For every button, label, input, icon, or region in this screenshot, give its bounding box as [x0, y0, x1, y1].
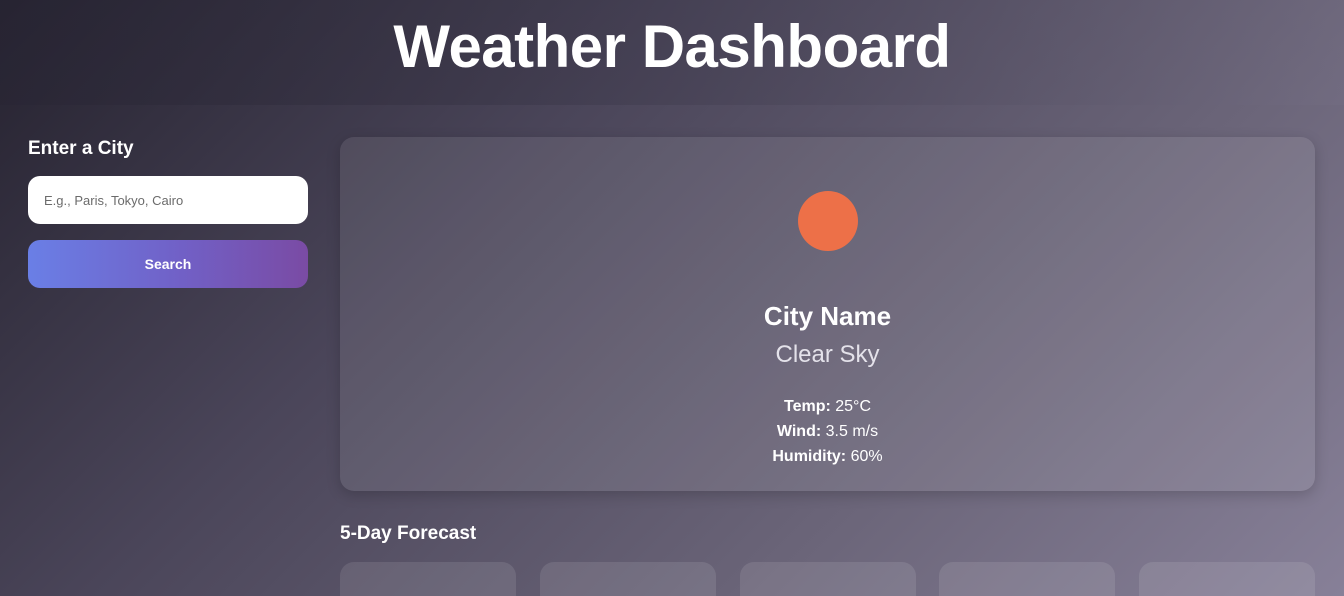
- search-button[interactable]: Search: [28, 240, 308, 288]
- page-header: Weather Dashboard: [0, 0, 1344, 105]
- sun-icon: [798, 191, 858, 251]
- temp-row: Temp: 25°C: [340, 394, 1315, 419]
- humidity-label: Humidity:: [772, 448, 847, 465]
- current-weather-card: City Name Clear Sky Temp: 25°C Wind: 3.5…: [340, 137, 1315, 491]
- temp-value: 25°C: [835, 398, 871, 415]
- forecast-list: [340, 562, 1315, 596]
- weather-condition: Clear Sky: [775, 341, 880, 368]
- city-name: City Name: [763, 301, 892, 331]
- forecast-card: [1139, 562, 1315, 596]
- temp-label: Temp:: [783, 398, 831, 415]
- wind-row: Wind: 3.5 m/s: [340, 419, 1315, 444]
- humidity-value: 60%: [850, 448, 883, 465]
- wind-value: 3.5 m/s: [825, 423, 879, 440]
- forecast-card: [340, 562, 516, 596]
- page-title: Weather Dashboard: [393, 13, 951, 80]
- city-input-label: Enter a City: [28, 138, 134, 159]
- search-panel: Enter a City Search: [28, 137, 308, 288]
- wind-label: Wind:: [776, 423, 822, 440]
- forecast-card: [540, 562, 716, 596]
- forecast-card: [939, 562, 1115, 596]
- weather-stats: Temp: 25°C Wind: 3.5 m/s Humidity: 60%: [340, 394, 1315, 469]
- forecast-title: 5-Day Forecast: [340, 523, 477, 544]
- city-search-input[interactable]: [28, 176, 308, 224]
- humidity-row: Humidity: 60%: [340, 444, 1315, 469]
- forecast-card: [740, 562, 916, 596]
